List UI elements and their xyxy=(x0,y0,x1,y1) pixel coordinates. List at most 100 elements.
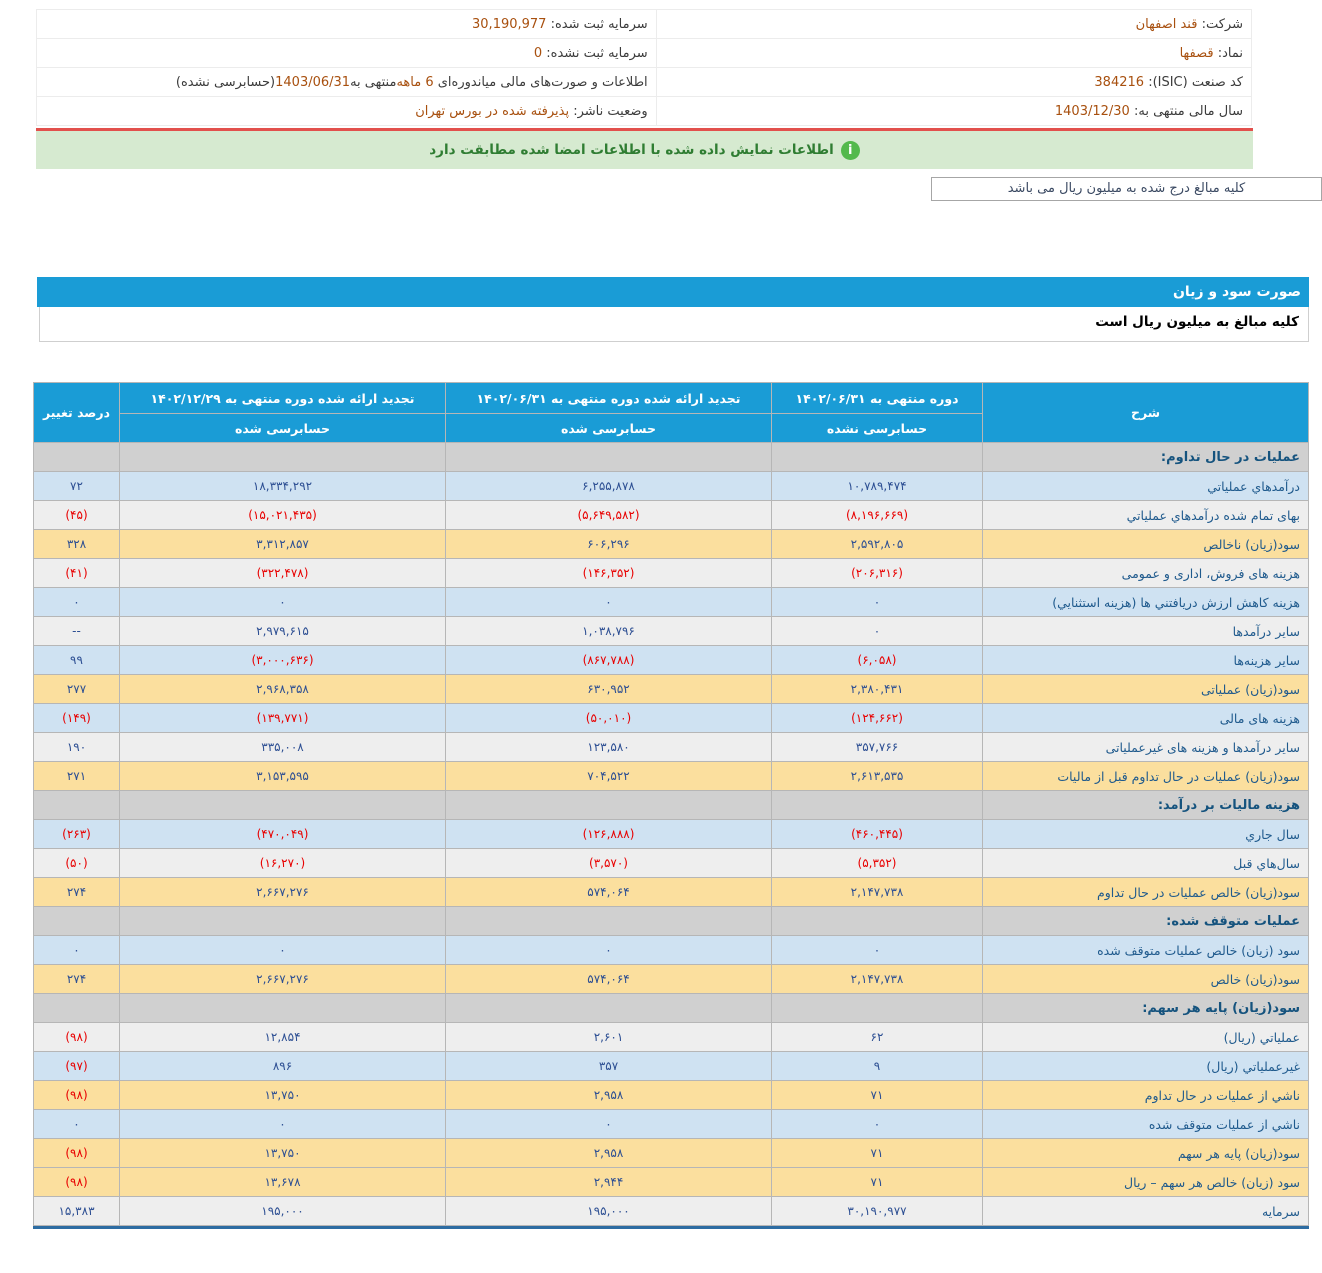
value-cell: (۲۰۶,۳۱۶) xyxy=(772,559,982,587)
value-cell: ۲,۳۸۰,۴۳۱ xyxy=(772,675,982,703)
statement-header: شرح دوره منتهی به ۱۴۰۲/۰۶/۳۱ تجدید ارائه… xyxy=(34,383,1308,442)
subheader-audited: حسابرسی شده xyxy=(120,414,445,442)
value-cell: ۰ xyxy=(120,1110,445,1138)
value-cell: ۳۵۷,۷۶۶ xyxy=(772,733,982,761)
value-cell: (۳۲۲,۴۷۸) xyxy=(120,559,445,587)
row-label: عملیات در حال تداوم: xyxy=(983,443,1308,471)
amount-unit-note: کلیه مبالغ درج شده به میلیون ریال می باش… xyxy=(931,177,1322,201)
row-label: هزینه کاهش ارزش دریافتني ها (هزینه استثن… xyxy=(983,588,1308,616)
value-cell: ۷۱ xyxy=(772,1168,982,1196)
value-cell: ۱۰,۷۸۹,۴۷۴ xyxy=(772,472,982,500)
info-row: کد صنعت (ISIC): 384216 اطلاعات و صورت‌ها… xyxy=(36,67,1253,97)
symbol-value: قصفها xyxy=(1179,45,1214,61)
value-cell: (۱۶,۲۷۰) xyxy=(120,849,445,877)
value-cell: ۰ xyxy=(120,936,445,964)
publisher-status-field: وضعیت ناشر: پذیرفته شده در بورس تهران xyxy=(36,96,657,126)
row-label: سایر هزینه‌ها xyxy=(983,646,1308,674)
value-cell: ۳,۱۵۳,۵۹۵ xyxy=(120,762,445,790)
report-type-field: اطلاعات و صورت‌های مالی میاندوره‌ای 6 ما… xyxy=(36,67,657,97)
subheader-unaudited: حسابرسی نشده xyxy=(772,414,982,442)
income-statement-table: شرح دوره منتهی به ۱۴۰۲/۰۶/۳۱ تجدید ارائه… xyxy=(33,382,1309,1229)
statement-row: هزینه های مالی (۱۲۴,۶۶۲) (۵۰,۰۱۰) (۱۳۹,۷۷۱)… xyxy=(34,704,1308,732)
value-cell: (۸۶۷,۷۸۸) xyxy=(446,646,771,674)
statement-body: عملیات در حال تداوم: درآمدهاي عملياتي ۱۰,۷… xyxy=(34,443,1308,1225)
change-percent-cell: (۴۱) xyxy=(34,559,119,587)
row-label: عملیاتي (ریال) xyxy=(983,1023,1308,1051)
row-label: درآمدهاي عملياتي xyxy=(983,472,1308,500)
info-row: شرکت: قند اصفهان سرمایه ثبت شده: 30,190,… xyxy=(36,9,1253,39)
company-field: شرکت: قند اصفهان xyxy=(655,9,1253,39)
unregistered-capital-label: سرمایه ثبت نشده: xyxy=(546,45,648,61)
column-header-restated-0631: تجدید ارائه شده دوره منتهی به ۱۴۰۲/۰۶/۳۱ xyxy=(446,383,771,413)
statement-row: سایر هزینه‌ها (۶,۰۵۸) (۸۶۷,۷۸۸) (۳,۰۰۰,۶۳۶)… xyxy=(34,646,1308,674)
value-cell xyxy=(446,443,771,471)
value-cell: (۵۰,۰۱۰) xyxy=(446,704,771,732)
statement-row: سود(زیان) عملیاتی ۲,۳۸۰,۴۳۱ ۶۳۰,۹۵۲ ۲,۹۶۸,۳… xyxy=(34,675,1308,703)
value-cell: (۵,۶۴۹,۵۸۲) xyxy=(446,501,771,529)
value-cell: ۲,۶۶۷,۲۷۶ xyxy=(120,878,445,906)
publisher-status-value: پذیرفته شده در بورس تهران xyxy=(415,103,570,119)
value-cell xyxy=(120,791,445,819)
value-cell: ۲,۶۱۳,۵۳۵ xyxy=(772,762,982,790)
row-label: هزینه مالیات بر درآمد: xyxy=(983,791,1308,819)
row-label: سود(زیان) خالص عملیات در حال تداوم xyxy=(983,878,1308,906)
row-label: سود(زیان) خالص xyxy=(983,965,1308,993)
value-cell: (۱۲۴,۶۶۲) xyxy=(772,704,982,732)
registered-capital-label: سرمایه ثبت شده: xyxy=(550,16,648,32)
value-cell xyxy=(120,907,445,935)
value-cell: ۲,۹۵۸ xyxy=(446,1139,771,1167)
value-cell: (۴۶۰,۴۴۵) xyxy=(772,820,982,848)
row-label: هزینه های فروش، اداری و عمومی xyxy=(983,559,1308,587)
report-type-text: اطلاعات و صورت‌های مالی میاندوره‌ای xyxy=(433,74,648,90)
change-percent-cell: ۲۷۴ xyxy=(34,965,119,993)
row-label: سود (زیان) خالص هر سهم – ریال xyxy=(983,1168,1308,1196)
column-header-restated-1229: تجدید ارائه شده دوره منتهی به ۱۴۰۲/۱۲/۲۹ xyxy=(120,383,445,413)
section-row: سود(زیان) پایه هر سهم: xyxy=(34,994,1308,1022)
report-audit-text: (حسابرسی نشده) xyxy=(175,74,276,90)
statement-row: سود(زیان) خالص عملیات در حال تداوم ۲,۱۴۷,… xyxy=(34,878,1308,906)
change-percent-cell: (۹۸) xyxy=(34,1168,119,1196)
change-percent-cell: ۲۷۴ xyxy=(34,878,119,906)
value-cell: ۲,۶۶۷,۲۷۶ xyxy=(120,965,445,993)
signed-data-banner: i اطلاعات نمایش داده شده با اطلاعات امضا… xyxy=(36,128,1253,169)
row-label: بهای تمام شده درآمدهاي عملياتي xyxy=(983,501,1308,529)
row-label: سال‌هاي قبل xyxy=(983,849,1308,877)
change-percent-cell xyxy=(34,994,119,1022)
change-percent-cell: ۳۲۸ xyxy=(34,530,119,558)
value-cell: ۰ xyxy=(446,1110,771,1138)
row-label: هزینه های مالی xyxy=(983,704,1308,732)
value-cell: ۹ xyxy=(772,1052,982,1080)
statement-row: سود(زیان) عملیات در حال تداوم قبل از مال… xyxy=(34,762,1308,790)
change-percent-cell: ۰ xyxy=(34,1110,119,1138)
statement-row: سود (زیان) خالص عملیات متوقف شده ۰ ۰ ۰ ۰ xyxy=(34,936,1308,964)
registered-capital-value: 30,190,977 xyxy=(472,16,547,32)
page: شرکت: قند اصفهان سرمایه ثبت شده: 30,190,… xyxy=(0,9,1322,1229)
report-period-value: 6 ماهه‌ xyxy=(396,74,434,90)
value-cell: ۸۹۶ xyxy=(120,1052,445,1080)
value-cell: ۳,۳۱۲,۸۵۷ xyxy=(120,530,445,558)
value-cell xyxy=(772,907,982,935)
unregistered-capital-field: سرمایه ثبت نشده: 0 xyxy=(36,38,657,68)
value-cell: ۲,۵۹۲,۸۰۵ xyxy=(772,530,982,558)
row-label: سود(زیان) عملیاتی xyxy=(983,675,1308,703)
info-row: سال مالی منتهی به: 1403/12/30 وضعیت ناشر… xyxy=(36,96,1253,126)
column-header-change-percent: درصد تغییر xyxy=(34,383,119,442)
row-label: سود(زیان) عملیات در حال تداوم قبل از مال… xyxy=(983,762,1308,790)
value-cell: ۰ xyxy=(446,588,771,616)
statement-row: سایر درآمدها و هزینه های غیرعملیاتی ۳۵۷,۷… xyxy=(34,733,1308,761)
statement-row: سرمایه ۳۰,۱۹۰,۹۷۷ ۱۹۵,۰۰۰ ۱۹۵,۰۰۰ ۱۵,۳۸۳ xyxy=(34,1197,1308,1225)
value-cell: ۲,۱۴۷,۷۳۸ xyxy=(772,878,982,906)
info-icon: i xyxy=(840,140,860,160)
value-cell xyxy=(772,994,982,1022)
value-cell: ۰ xyxy=(772,617,982,645)
row-label: غیرعملیاتي (ریال) xyxy=(983,1052,1308,1080)
statement-row: سود(زیان) خالص ۲,۱۴۷,۷۳۸ ۵۷۴,۰۶۴ ۲,۶۶۷,۲۷۶ ۲… xyxy=(34,965,1308,993)
change-percent-cell xyxy=(34,443,119,471)
row-label: ناشي از عملیات در حال تداوم xyxy=(983,1081,1308,1109)
value-cell: (۱۳۹,۷۷۱) xyxy=(120,704,445,732)
row-label: سود(زیان) پایه هر سهم xyxy=(983,1139,1308,1167)
value-cell: (۱۲۶,۸۸۸) xyxy=(446,820,771,848)
fiscal-year-label: سال مالی منتهی به: xyxy=(1133,103,1243,119)
statement-row: درآمدهاي عملياتي ۱۰,۷۸۹,۴۷۴ ۶,۲۵۵,۸۷۸ ۱۸,۳۳… xyxy=(34,472,1308,500)
change-percent-cell: ۲۷۷ xyxy=(34,675,119,703)
